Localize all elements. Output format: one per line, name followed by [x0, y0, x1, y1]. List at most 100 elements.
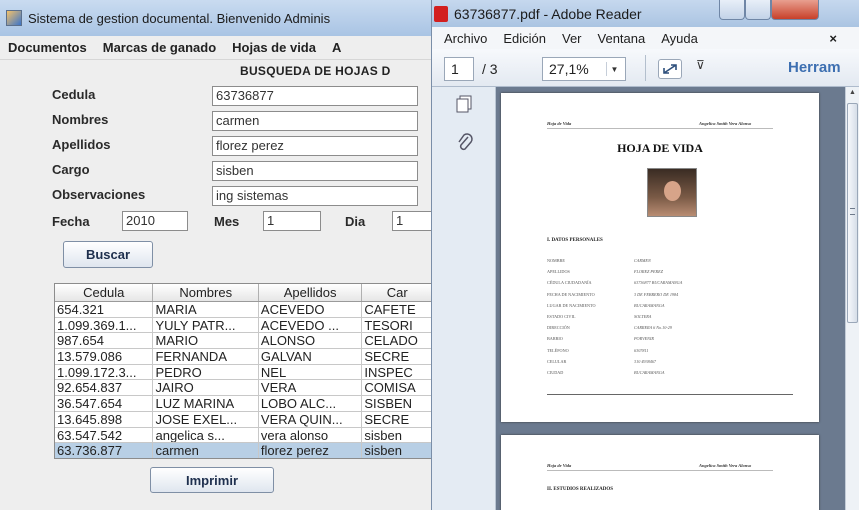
tools-pane-button[interactable]: Herram	[788, 59, 841, 76]
table-row[interactable]: 654.321 MARIA ACEVEDO CAFETE	[55, 302, 431, 318]
observaciones-label: Observaciones	[52, 187, 146, 202]
column-header-nombres[interactable]: Nombres	[153, 284, 259, 301]
adobe-reader-window: 63736877.pdf - Adobe Reader Archivo Edic…	[432, 0, 859, 510]
nombres-label: Nombres	[52, 112, 109, 127]
page-number-input[interactable]: 1	[444, 57, 474, 81]
observaciones-input[interactable]: ing sistemas	[212, 186, 418, 206]
table-row[interactable]: 13.645.898 JOSE EXEL... VERA QUIN... SECRE	[55, 411, 431, 428]
apellidos-input[interactable]: florez perez	[212, 136, 418, 156]
table-header: Cedula Nombres Apellidos Car	[55, 284, 431, 302]
pdf-page-2: Hoja de Vida Angelica Smith Vera Alonso …	[501, 435, 819, 510]
table-cell: PEDRO	[153, 364, 259, 381]
table-row[interactable]: 13.579.086 FERNANDA GALVAN SECRE	[55, 349, 431, 365]
table-row[interactable]: 63.736.877 carmen florez perez sisben	[55, 443, 431, 458]
scrollbar-grip-icon	[850, 208, 855, 215]
field-key: NOMBRE	[547, 258, 565, 263]
maximize-button[interactable]	[745, 0, 771, 20]
personal-data-row: DIRECCIÓN CARRERA 6 No.10-29	[547, 325, 777, 330]
minimize-button[interactable]	[719, 0, 745, 20]
table-cell: LOBO ALC...	[258, 396, 363, 412]
nombres-input[interactable]: carmen	[212, 111, 418, 131]
zoom-select[interactable]: 27,1% ▼	[542, 57, 626, 81]
toolbar-options-icon[interactable]: ⊽	[696, 58, 705, 72]
table-cell: ACEVEDO ...	[258, 317, 363, 334]
menu-hojas-de-vida[interactable]: Hojas de vida	[232, 40, 316, 55]
desktop: Sistema de gestion documental. Bienvenid…	[0, 0, 859, 510]
field-value: SOLTERA	[634, 314, 652, 319]
table-row[interactable]: 1.099.172.3... PEDRO NEL INSPEC	[55, 364, 431, 381]
table-cell: 1.099.369.1...	[55, 317, 154, 334]
pages-panel-icon[interactable]	[455, 95, 473, 113]
table-cell: COMISA	[362, 380, 431, 397]
page2-section-title: II. ESTUDIOS REALIZADOS	[547, 487, 613, 492]
column-header-cedula[interactable]: Cedula	[55, 284, 154, 301]
field-value: FLOREZ PEREZ	[634, 269, 663, 275]
page1-section-title: I. DATOS PERSONALES	[547, 238, 603, 243]
field-value: 6307811	[634, 347, 649, 353]
table-cell: YULY PATR...	[153, 317, 259, 334]
reader-toolbar: 1 / 3 27,1% ▼ ⊽ Herram	[432, 49, 859, 87]
table-cell: VERA QUIN...	[258, 411, 363, 428]
page2-header-right: Angelica Smith Vera Alonso	[699, 463, 752, 468]
field-key: CIUDAD	[547, 370, 564, 375]
table-row[interactable]: 92.654.837 JAIRO VERA COMISA	[55, 380, 431, 397]
reader-title-bar[interactable]: 63736877.pdf - Adobe Reader	[432, 0, 859, 27]
table-cell: FERNANDA	[153, 349, 259, 365]
personal-data-row: FECHA DE NACIMIENTO 3 DE FEBRERO DE 1984	[547, 292, 777, 297]
mes-input[interactable]: 1	[263, 211, 321, 231]
table-row[interactable]: 36.547.654 LUZ MARINA LOBO ALC... SISBEN	[55, 396, 431, 412]
menu-archivo[interactable]: Archivo	[444, 31, 487, 46]
personal-data-row: TELÉFONO 6307811	[547, 348, 777, 353]
fecha-input[interactable]: 2010	[122, 211, 188, 231]
zoom-value: 27,1%	[549, 61, 589, 77]
table-cell: florez perez	[258, 443, 363, 458]
navigation-pane	[432, 87, 496, 510]
menu-ventana[interactable]: Ventana	[598, 31, 646, 46]
field-value: 63736877 BUCARAMANGA	[634, 280, 683, 286]
page1-header-rule	[547, 128, 773, 129]
java-title-bar[interactable]: Sistema de gestion documental. Bienvenid…	[0, 0, 431, 36]
table-row[interactable]: 1.099.369.1... YULY PATR... ACEVEDO ... TES…	[55, 317, 431, 334]
menu-marcas-de-ganado[interactable]: Marcas de ganado	[103, 40, 216, 55]
page1-title: HOJA DE VIDA	[617, 141, 703, 155]
field-value: CARRERA 6 No.10-29	[634, 325, 672, 331]
close-window-button[interactable]	[771, 0, 819, 20]
field-key: FECHA DE NACIMIENTO	[547, 291, 595, 297]
field-value: CARMEN	[634, 258, 651, 263]
vertical-scrollbar[interactable]: ▲	[845, 87, 859, 510]
attachments-paperclip-icon[interactable]	[456, 133, 474, 153]
menu-ver[interactable]: Ver	[562, 31, 582, 46]
column-header-cargo[interactable]: Car	[362, 284, 431, 301]
scroll-up-arrow-icon[interactable]: ▲	[848, 89, 857, 99]
table-cell: ALONSO	[258, 333, 363, 350]
menu-edicion[interactable]: Edición	[503, 31, 546, 46]
table-cell: ACEVEDO	[258, 302, 363, 318]
field-key: TELÉFONO	[547, 347, 569, 353]
photo-portrait	[647, 168, 697, 217]
scrollbar-thumb[interactable]	[847, 103, 858, 323]
cedula-input[interactable]: 63736877	[212, 86, 418, 106]
table-row[interactable]: 987.654 MARIO ALONSO CELADO	[55, 333, 431, 350]
menu-documentos[interactable]: Documentos	[8, 40, 87, 55]
dia-label: Dia	[345, 214, 366, 229]
fit-page-icon[interactable]	[658, 59, 682, 79]
dia-input[interactable]: 1	[392, 211, 431, 231]
table-cell: 1.099.172.3...	[55, 364, 154, 381]
field-key: CÉDULA CIUDADANÍA	[547, 280, 592, 286]
column-header-apellidos[interactable]: Apellidos	[259, 284, 363, 301]
menu-ayuda[interactable]: Ayuda	[661, 31, 698, 46]
table-cell: angelica s...	[153, 427, 259, 444]
fecha-label: Fecha	[52, 214, 90, 229]
close-document-icon[interactable]: ×	[829, 31, 837, 46]
menu-cut-item[interactable]: A	[332, 40, 341, 55]
imprimir-button[interactable]: Imprimir	[150, 467, 274, 493]
cedula-label: Cedula	[52, 87, 96, 102]
field-key: LUGAR DE NACIMIENTO	[547, 302, 596, 308]
cargo-input[interactable]: sisben	[212, 161, 418, 181]
cargo-label: Cargo	[52, 162, 90, 177]
table-cell: SISBEN	[362, 396, 431, 412]
apellidos-label: Apellidos	[52, 137, 111, 152]
document-view[interactable]: Hoja de Vida Angelica Smith Vera Alonso …	[496, 87, 845, 510]
table-row[interactable]: 63.547.542 angelica s... vera alonso sisben	[55, 427, 431, 444]
buscar-button[interactable]: Buscar	[63, 241, 153, 268]
